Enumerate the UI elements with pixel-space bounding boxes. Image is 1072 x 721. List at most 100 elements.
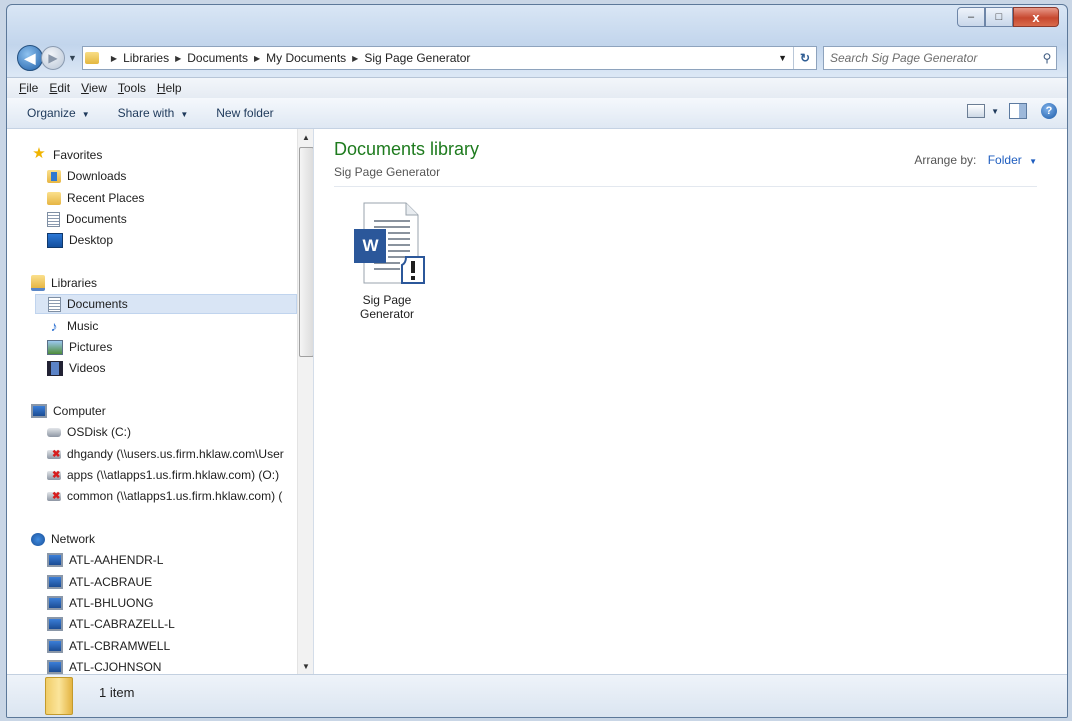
- nav-favorites-documents[interactable]: Documents: [47, 209, 127, 229]
- network-computer-icon: [47, 596, 63, 610]
- nav-network-pc[interactable]: ATL-CABRAZELL-L: [47, 614, 175, 634]
- nav-drive-common[interactable]: common (\\atlapps1.us.firm.hklaw.com) (: [47, 486, 282, 506]
- network-computer-icon: [47, 639, 63, 653]
- breadcrumb-documents[interactable]: Documents: [187, 51, 248, 65]
- scroll-thumb[interactable]: [299, 147, 313, 357]
- status-bar: 1 item: [7, 674, 1067, 717]
- nav-network-pc[interactable]: ATL-AAHENDR-L: [47, 550, 163, 570]
- title-bar[interactable]: ‒ □ x: [7, 5, 1067, 41]
- help-icon[interactable]: ?: [1041, 103, 1057, 119]
- share-with-button[interactable]: Share with ▼: [118, 106, 189, 120]
- header-divider: [334, 186, 1037, 187]
- file-name: Sig Page Generator: [359, 293, 415, 321]
- menu-tools[interactable]: Tools: [118, 81, 146, 95]
- menu-view[interactable]: View: [81, 81, 107, 95]
- network-computer-icon: [47, 553, 63, 567]
- command-bar: Organize ▼ Share with ▼ New folder ▼ ?: [7, 98, 1067, 129]
- menu-edit[interactable]: Edit: [49, 81, 70, 95]
- search-box[interactable]: Search Sig Page Generator ⚲: [823, 46, 1057, 70]
- refresh-button[interactable]: ↻: [793, 47, 816, 69]
- nav-videos[interactable]: Videos: [47, 358, 105, 378]
- nav-libraries[interactable]: Libraries: [31, 273, 97, 293]
- arrange-by-dropdown[interactable]: Folder: [988, 153, 1022, 167]
- film-strip-icon: [47, 360, 63, 376]
- library-title: Documents library: [334, 139, 480, 159]
- scroll-up-icon[interactable]: ▲: [298, 129, 313, 145]
- nav-network-pc[interactable]: ATL-ACBRAUE: [47, 572, 152, 592]
- menu-file[interactable]: File: [19, 81, 38, 95]
- chevron-right-icon[interactable]: ▶: [111, 54, 117, 63]
- breadcrumb-libraries[interactable]: Libraries: [123, 51, 169, 65]
- address-dropdown-icon[interactable]: ▼: [772, 53, 793, 63]
- nav-network-pc[interactable]: ATL-CBRAMWELL: [47, 636, 170, 656]
- menu-bar: File Edit View Tools Help: [7, 77, 1067, 99]
- new-folder-button[interactable]: New folder: [216, 106, 273, 120]
- desktop-icon: [47, 232, 63, 248]
- disconnected-network-drive-icon: [47, 491, 61, 502]
- scroll-down-icon[interactable]: ▼: [298, 658, 313, 674]
- document-icon: [47, 211, 60, 227]
- network-computer-icon: [47, 575, 63, 589]
- computer-icon: [31, 404, 47, 418]
- recent-pages-dropdown[interactable]: ▼: [68, 53, 77, 63]
- nav-network[interactable]: Network: [31, 529, 95, 549]
- breadcrumb-sig-page-generator[interactable]: Sig Page Generator: [364, 51, 470, 65]
- caption-buttons: ‒ □ x: [957, 7, 1059, 27]
- chevron-right-icon[interactable]: ▶: [175, 54, 181, 63]
- pictures-icon: [47, 339, 63, 355]
- search-icon[interactable]: ⚲: [1038, 51, 1056, 65]
- arrange-by-label: Arrange by:: [914, 153, 977, 167]
- chevron-right-icon[interactable]: ▶: [352, 54, 358, 63]
- minimize-button[interactable]: ‒: [957, 7, 985, 27]
- view-options-dropdown-icon[interactable]: ▼: [991, 107, 999, 116]
- nav-desktop[interactable]: Desktop: [47, 230, 113, 250]
- nav-music[interactable]: ♪ Music: [47, 316, 99, 336]
- address-bar[interactable]: ▶ Libraries ▶ Documents ▶ My Documents ▶…: [81, 46, 817, 70]
- word-letter: W: [362, 236, 379, 255]
- chevron-down-icon: ▼: [81, 110, 90, 119]
- nav-libraries-documents[interactable]: Documents: [35, 294, 297, 314]
- maximize-button[interactable]: □: [985, 7, 1013, 27]
- file-item[interactable]: W Sig Page Generator: [342, 199, 432, 321]
- breadcrumb: ▶ Libraries ▶ Documents ▶ My Documents ▶…: [105, 51, 470, 65]
- maximize-icon: □: [995, 11, 1003, 23]
- chevron-right-icon[interactable]: ▶: [254, 54, 260, 63]
- nav-drive-apps[interactable]: apps (\\atlapps1.us.firm.hklaw.com) (O:): [47, 465, 279, 485]
- close-button[interactable]: x: [1013, 7, 1059, 27]
- nav-network-pc[interactable]: ATL-BHLUONG: [47, 593, 153, 613]
- hard-drive-icon: [47, 427, 61, 437]
- menu-help[interactable]: Help: [157, 81, 182, 95]
- network-computer-icon: [47, 617, 63, 631]
- libraries-icon: [31, 275, 45, 291]
- nav-recent-places[interactable]: Recent Places: [47, 188, 144, 208]
- network-globe-icon: [31, 532, 45, 546]
- forward-arrow-icon: ▶: [48, 51, 58, 65]
- nav-favorites[interactable]: ★ Favorites: [31, 145, 102, 165]
- document-icon: [48, 296, 61, 312]
- back-button[interactable]: ◀: [17, 45, 43, 71]
- music-note-icon: ♪: [50, 317, 58, 334]
- chevron-down-icon[interactable]: ▼: [1029, 157, 1037, 166]
- preview-pane-icon[interactable]: [1009, 103, 1027, 119]
- nav-computer[interactable]: Computer: [31, 401, 106, 421]
- forward-button[interactable]: ▶: [41, 46, 65, 70]
- disconnected-network-drive-icon: [47, 449, 61, 460]
- item-count: 1 item: [99, 685, 135, 700]
- breadcrumb-my-documents[interactable]: My Documents: [266, 51, 346, 65]
- back-arrow-icon: ◀: [24, 49, 36, 66]
- search-input[interactable]: Search Sig Page Generator: [824, 51, 1038, 65]
- nav-network-pc[interactable]: ATL-CJOHNSON: [47, 657, 161, 674]
- chevron-down-icon: ▼: [180, 110, 189, 119]
- organize-button[interactable]: Organize ▼: [27, 106, 90, 120]
- nav-drive-dhgandy[interactable]: dhgandy (\\users.us.firm.hklaw.com\User: [47, 444, 284, 464]
- nav-pictures[interactable]: Pictures: [47, 337, 112, 357]
- nav-osdisk[interactable]: OSDisk (C:): [47, 422, 131, 442]
- change-view-icon[interactable]: [967, 104, 986, 118]
- navigation-row: ◀ ▶ ▼ ▶ Libraries ▶ Documents ▶ My Docum…: [17, 45, 1057, 71]
- nav-downloads[interactable]: Downloads: [47, 166, 126, 186]
- nav-scrollbar[interactable]: ▲ ▼: [297, 129, 313, 674]
- disconnected-network-drive-icon: [47, 470, 61, 481]
- folder-icon: [45, 677, 73, 715]
- downloads-folder-icon: [47, 169, 61, 183]
- content-pane: Documents library Sig Page Generator Arr…: [314, 129, 1067, 674]
